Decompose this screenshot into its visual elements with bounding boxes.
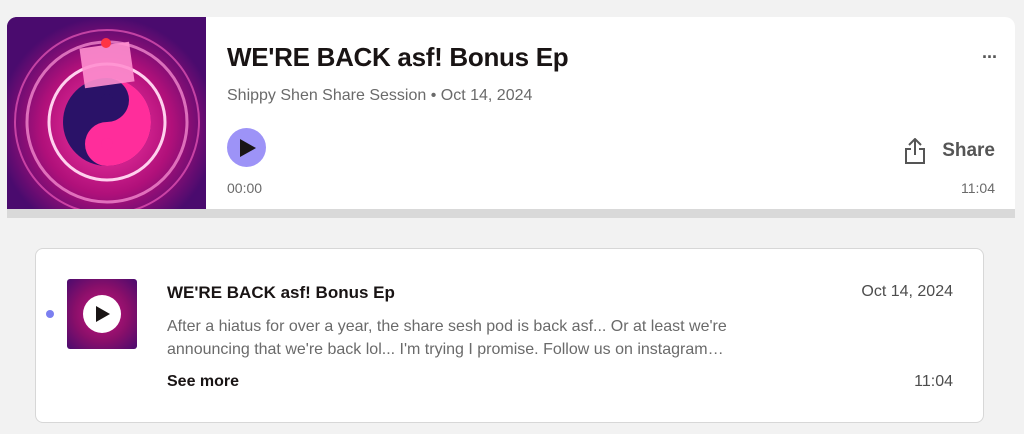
see-more-link[interactable]: See more (167, 373, 239, 391)
cover-art-graphic (7, 17, 206, 218)
list-episode-date: Oct 14, 2024 (861, 283, 953, 300)
total-duration: 11:04 (961, 180, 995, 196)
podcast-cover-art (7, 17, 206, 218)
episode-title: WE'RE BACK asf! Bonus Ep (227, 42, 569, 72)
episode-player: WE'RE BACK asf! Bonus Ep Shippy Shen Sha… (7, 17, 1015, 218)
episode-thumbnail[interactable] (67, 279, 137, 349)
play-icon (240, 138, 256, 157)
share-icon (905, 138, 926, 164)
share-button[interactable]: Share (904, 138, 995, 164)
episode-meta: Shippy Shen Share Session • Oct 14, 2024 (227, 87, 532, 105)
episode-date: Oct 14, 2024 (440, 87, 533, 104)
share-label: Share (942, 140, 995, 161)
progress-bar[interactable] (7, 209, 1015, 218)
unplayed-indicator (46, 310, 54, 318)
play-button[interactable] (227, 128, 266, 167)
show-name[interactable]: Shippy Shen Share Session (227, 87, 426, 104)
play-icon (96, 306, 110, 322)
more-options-button[interactable]: ... (982, 43, 997, 61)
list-episode-description: After a hiatus for over a year, the shar… (167, 318, 727, 358)
list-episode-duration: 11:04 (914, 373, 953, 390)
list-episode-title[interactable]: WE'RE BACK asf! Bonus Ep (167, 283, 395, 303)
episode-play-button[interactable] (83, 295, 121, 333)
meta-separator: • (430, 87, 437, 104)
episode-list-item[interactable]: WE'RE BACK asf! Bonus Ep Oct 14, 2024 Af… (35, 248, 984, 423)
player-details: WE'RE BACK asf! Bonus Ep Shippy Shen Sha… (206, 17, 1015, 218)
current-time: 00:00 (227, 180, 263, 196)
